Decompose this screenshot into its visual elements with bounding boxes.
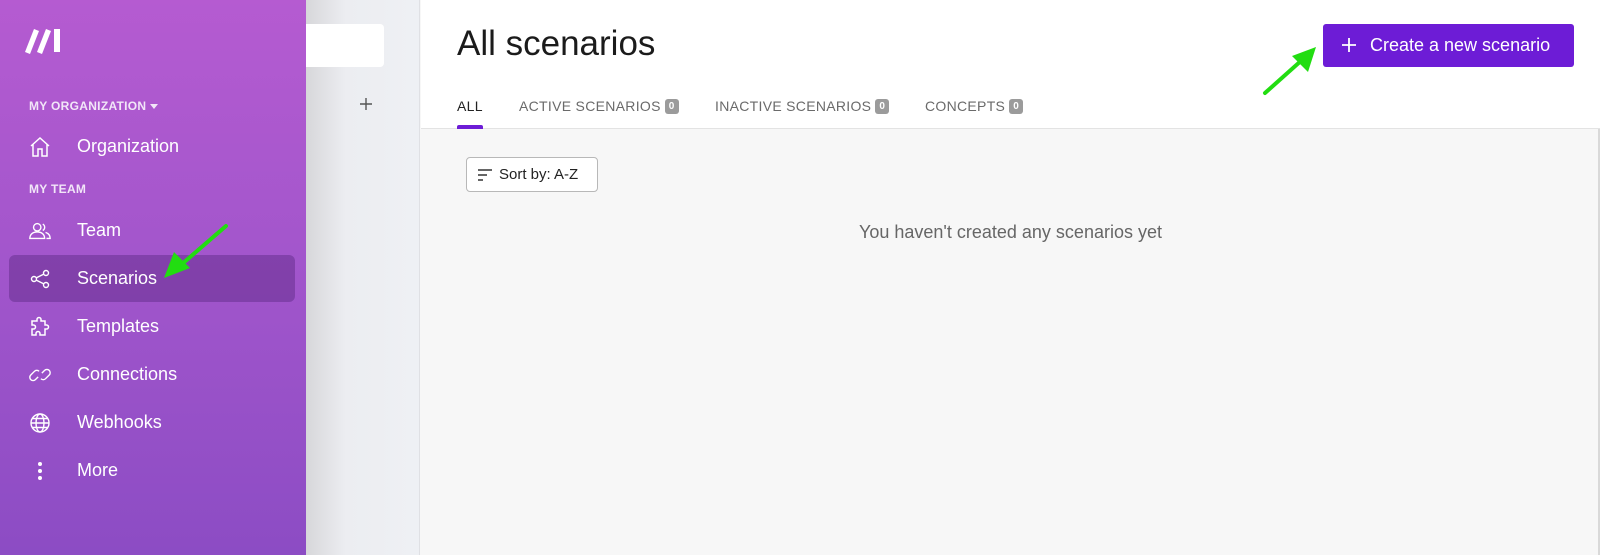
main-content: All scenarios Create a new scenario ALL …: [421, 0, 1600, 555]
create-new-scenario-button[interactable]: Create a new scenario: [1323, 24, 1574, 67]
add-folder-icon[interactable]: [356, 94, 376, 114]
sidebar-item-label: Organization: [77, 136, 180, 156]
sidebar-item-label: Team: [77, 220, 122, 240]
empty-state-message: You haven't created any scenarios yet: [859, 222, 1162, 242]
sidebar-item-label: Scenarios: [77, 268, 158, 288]
sidebar: MY ORGANIZATION Organization MY TEAM Tea…: [0, 0, 306, 555]
sort-button[interactable]: Sort by: A-Z: [466, 157, 598, 192]
tab-concepts[interactable]: CONCEPTS 0: [925, 96, 1024, 116]
page-title: All scenarios: [457, 24, 656, 63]
sidebar-item-label: Connections: [77, 364, 178, 384]
tab-inactive-scenarios[interactable]: INACTIVE SCENARIOS 0: [715, 96, 890, 116]
plus-icon: [1342, 38, 1356, 52]
my-organization-dropdown[interactable]: MY ORGANIZATION: [29, 99, 159, 113]
page-header: All scenarios Create a new scenario ALL …: [421, 0, 1600, 129]
sidebar-item-label: Webhooks: [77, 412, 162, 432]
sidebar-item-webhooks[interactable]: Webhooks: [9, 399, 295, 446]
tab-label: CONCEPTS: [925, 98, 1006, 114]
sidebar-item-connections[interactable]: Connections: [9, 351, 295, 398]
link-icon: [28, 363, 52, 387]
more-vertical-icon: [28, 459, 52, 483]
tab-active-scenarios[interactable]: ACTIVE SCENARIOS 0: [519, 96, 679, 116]
sidebar-item-organization[interactable]: Organization: [9, 123, 295, 170]
sidebar-item-label: More: [77, 460, 119, 480]
caret-down-icon: [150, 104, 159, 110]
folder-search-input[interactable]: [306, 24, 384, 67]
active-tab-indicator: [457, 125, 483, 129]
share-nodes-icon: [28, 267, 52, 291]
home-icon: [28, 135, 52, 159]
tab-label: ALL: [457, 98, 483, 114]
sidebar-item-more[interactable]: More: [9, 447, 295, 494]
create-new-scenario-label: Create a new scenario: [1370, 35, 1551, 55]
users-icon: [28, 219, 52, 243]
globe-icon: [28, 411, 52, 435]
secondary-panel: [306, 0, 420, 555]
sidebar-item-scenarios[interactable]: Scenarios: [9, 255, 295, 302]
my-organization-label: MY ORGANIZATION: [29, 99, 147, 113]
tab-label: INACTIVE SCENARIOS: [715, 98, 872, 114]
make-logo[interactable]: [22, 26, 64, 54]
count-badge: 0: [664, 98, 679, 114]
sort-lines-icon: [478, 169, 492, 181]
sidebar-item-label: Templates: [77, 316, 160, 336]
count-badge: 0: [1009, 98, 1024, 114]
puzzle-icon: [28, 315, 52, 339]
tab-all[interactable]: ALL: [457, 96, 483, 116]
my-team-label: MY TEAM: [29, 182, 87, 196]
sidebar-item-team[interactable]: Team: [9, 207, 295, 254]
sidebar-item-templates[interactable]: Templates: [9, 303, 295, 350]
sort-label: Sort by: A-Z: [499, 166, 579, 183]
tab-label: ACTIVE SCENARIOS: [519, 98, 661, 114]
count-badge: 0: [875, 98, 890, 114]
